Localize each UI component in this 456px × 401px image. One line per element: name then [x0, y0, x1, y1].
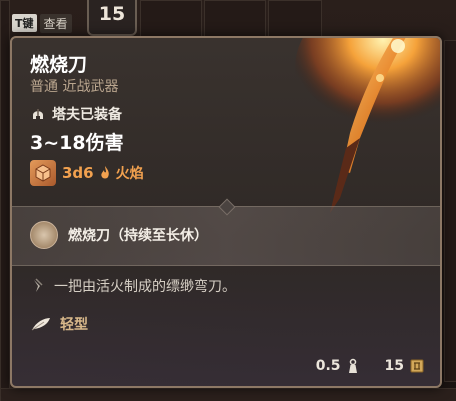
damage-type: 火焰 [115, 166, 144, 182]
item-value: 15 [384, 358, 404, 374]
inventory-bottom-row [0, 388, 456, 401]
equipped-label: 塔夫已装备 [52, 107, 122, 123]
item-description-row: 一把由活火制成的缥缈弯刀。 [30, 276, 236, 296]
flame-blade-action-icon [30, 221, 58, 249]
flaming-blade-illustration [295, 38, 440, 213]
inventory-slot[interactable] [140, 0, 202, 38]
damage-dice: 3d6 [62, 164, 94, 182]
item-description: 一把由活火制成的缥缈弯刀。 [54, 279, 236, 295]
key-cap: T键 [12, 14, 37, 32]
dice-icon [30, 160, 56, 186]
weight-class-row: 轻型 [30, 314, 88, 334]
damage-dice-row: 3d6 火焰 [30, 160, 144, 186]
inventory-slot[interactable] [444, 40, 456, 382]
action-label: 燃烧刀（持续至长休） [68, 228, 208, 244]
weight-class: 轻型 [60, 317, 88, 333]
flame-icon [100, 166, 109, 179]
weight-icon [348, 358, 357, 373]
inspect-key-hint[interactable]: T键 查看 [12, 13, 72, 33]
item-rarity-type: 普通 近战武器 [30, 79, 119, 95]
inspect-label: 查看 [39, 13, 72, 33]
inventory-edge [0, 0, 10, 401]
item-name: 燃烧刀 [30, 54, 88, 76]
feather-icon [31, 318, 50, 331]
inventory-slot[interactable] [268, 0, 322, 38]
divider-ornament [218, 198, 236, 216]
granted-action[interactable]: 燃烧刀（持续至长休） [30, 221, 208, 249]
damage-range: 3~18伤害 [30, 132, 124, 154]
level-number: 15 [98, 3, 126, 25]
inventory-slot[interactable] [204, 0, 266, 38]
item-stats-footer: 0.5 15 [316, 358, 424, 374]
item-tooltip: 燃烧刀 普通 近战武器 塔夫已装备 3~18伤害 3d6 火焰 燃烧刀（持续至长… [10, 36, 442, 388]
item-weight: 0.5 [315, 358, 341, 374]
level-badge: 15 [87, 0, 137, 36]
flavor-quill-icon [34, 278, 43, 292]
equipped-status: 塔夫已装备 [30, 104, 122, 124]
helmet-icon [33, 109, 43, 119]
gold-coin-icon [410, 359, 424, 373]
